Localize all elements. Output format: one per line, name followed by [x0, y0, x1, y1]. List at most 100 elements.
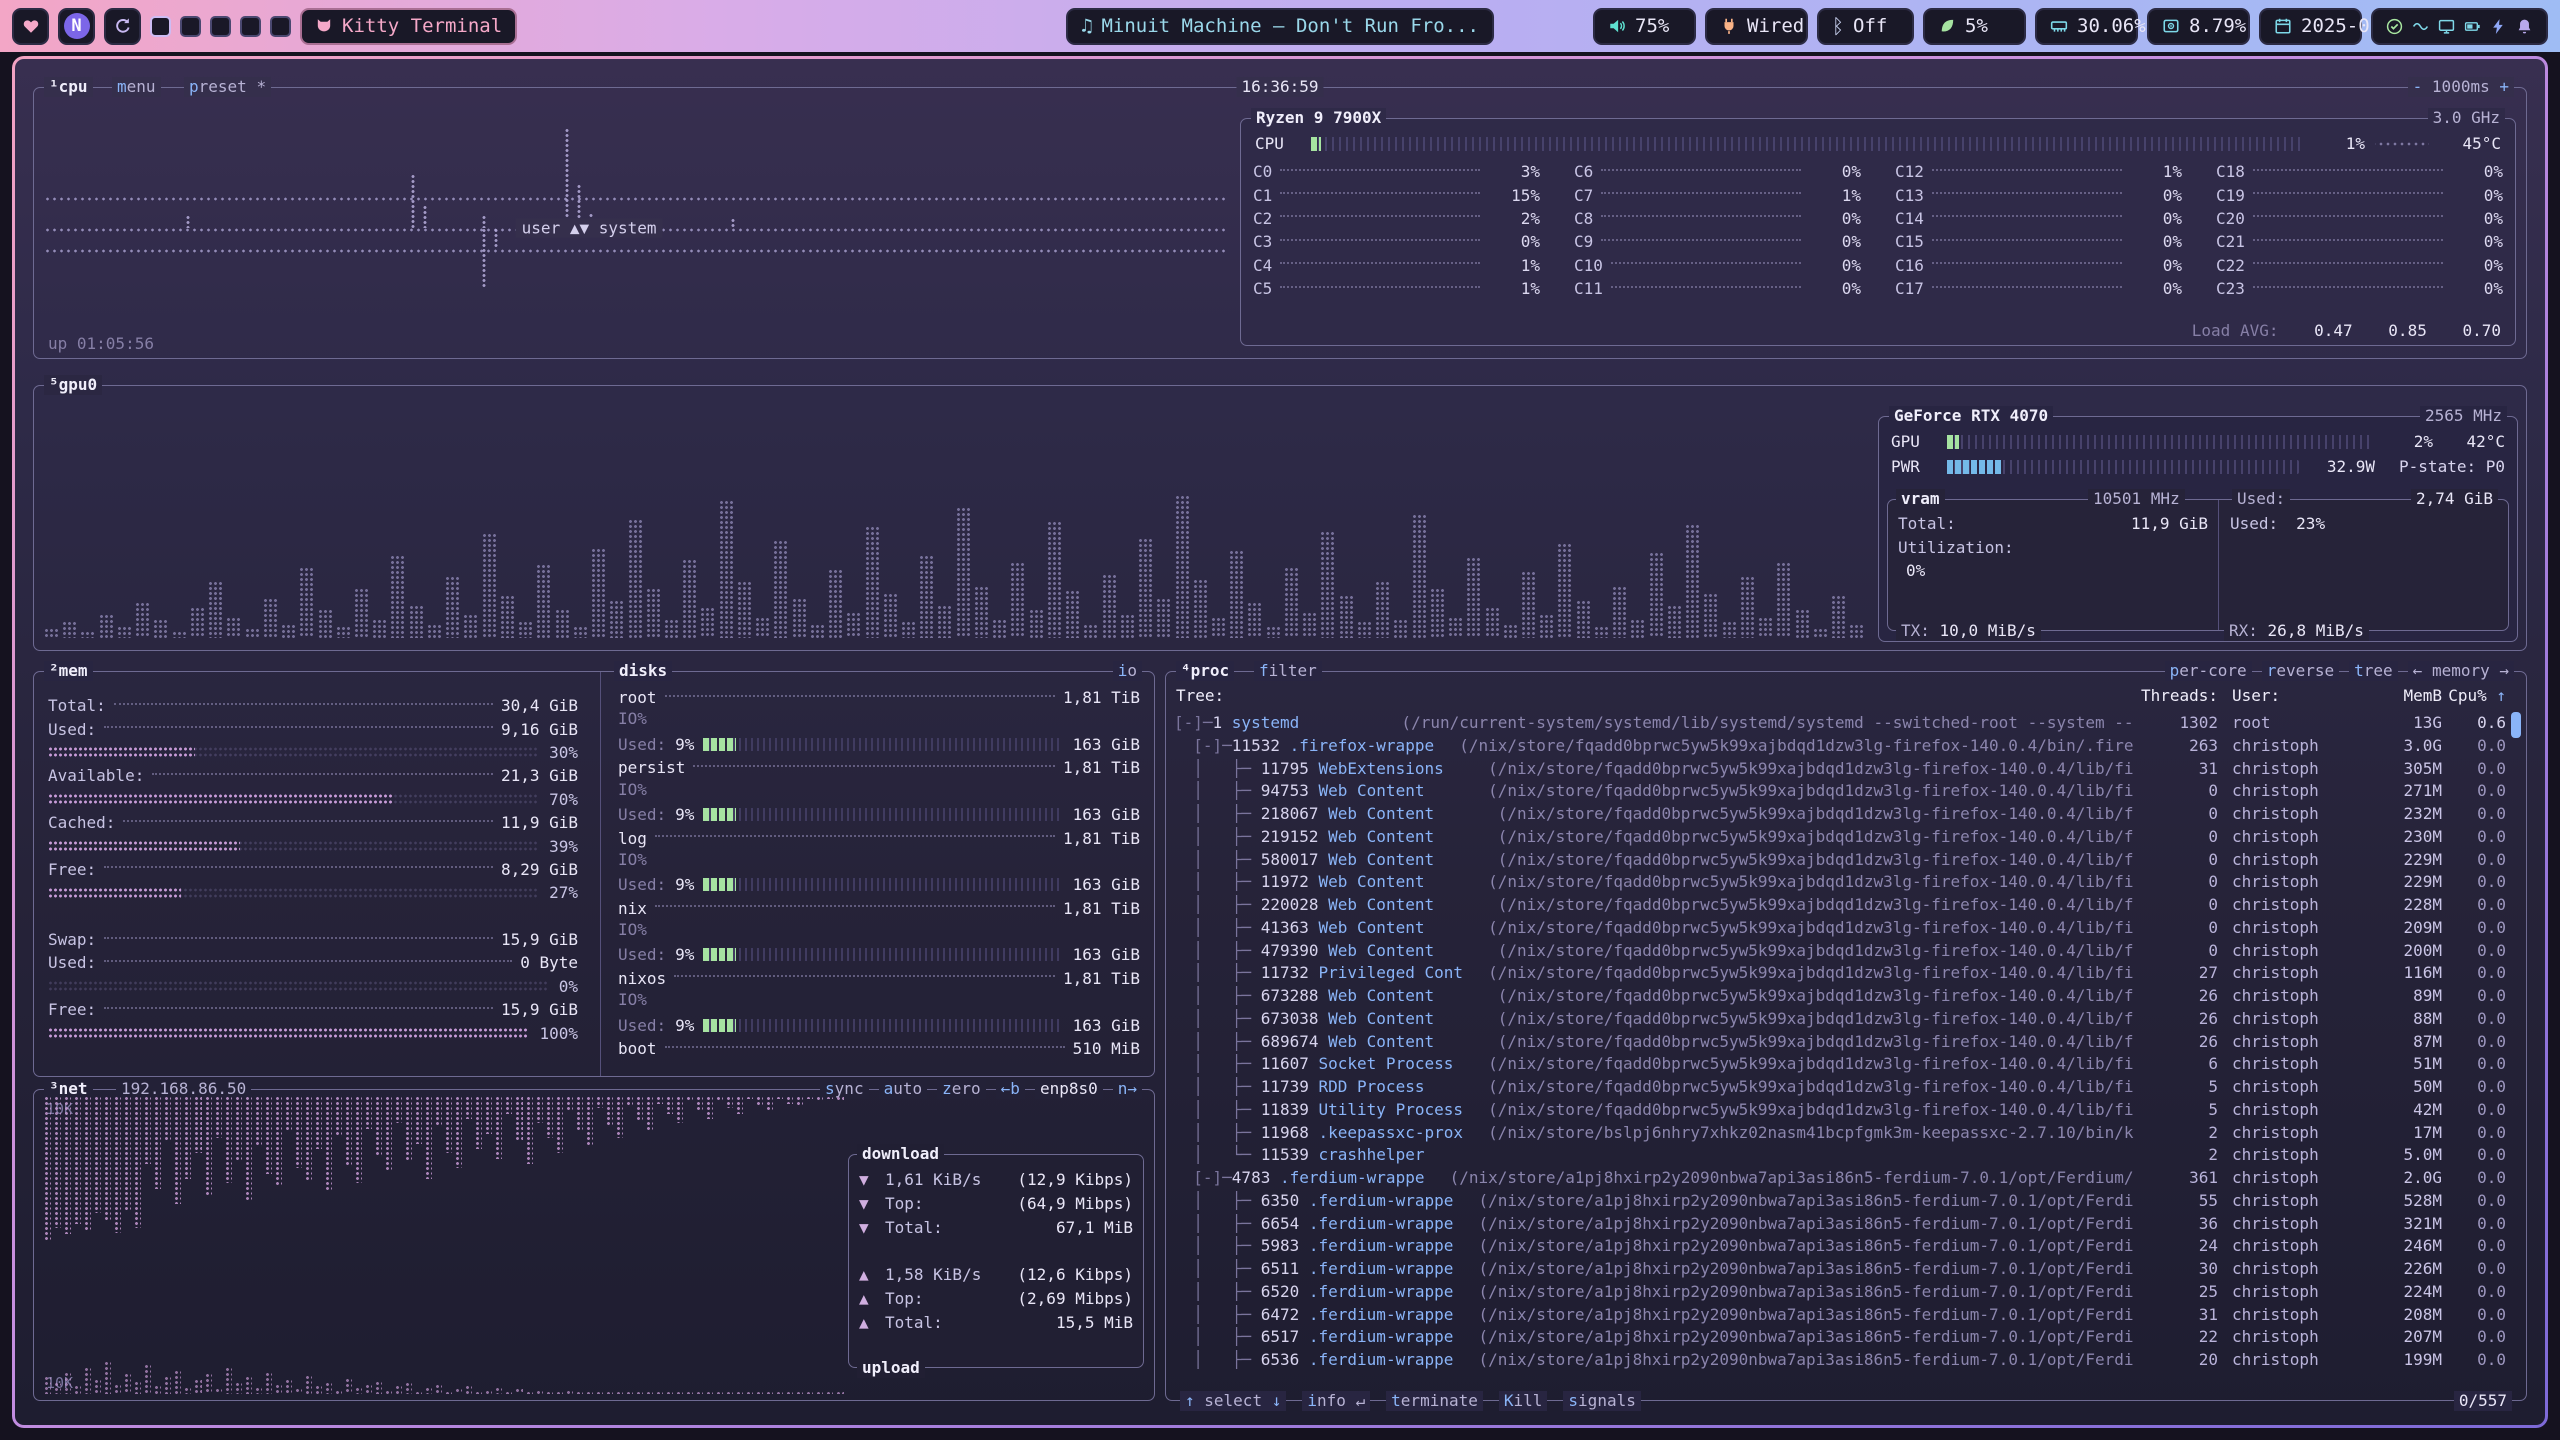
launcher-button[interactable]	[12, 8, 49, 45]
info-button[interactable]: info ↵	[1302, 1391, 1370, 1411]
process-row[interactable]: [-]─1 systemd (/run/current-system/syste…	[1174, 712, 2506, 735]
process-row[interactable]: │ ├─ 41363 Web Content (/nix/store/fqadd…	[1174, 917, 2506, 940]
graph-column	[1284, 567, 1299, 638]
core-row: C140%	[1895, 207, 2182, 230]
col-threads[interactable]: Threads:	[2134, 686, 2218, 705]
tree-toggle[interactable]: tree	[2349, 661, 2398, 681]
col-user[interactable]: User:	[2218, 686, 2350, 705]
music-module[interactable]: ♫ Minuit Machine – Don't Run Fro...	[1066, 8, 1494, 45]
cpu-graph-spike	[186, 215, 190, 228]
reverse-toggle[interactable]: reverse	[2262, 661, 2339, 681]
cpu-usage-module[interactable]: 5%	[1923, 8, 2026, 45]
process-row[interactable]: │ ├─ 5983 .ferdium-wrappe (/nix/store/a1…	[1174, 1235, 2506, 1258]
refresh-icon	[114, 17, 132, 35]
volume-module[interactable]: 75%	[1593, 8, 1696, 45]
nix-menu-button[interactable]: N	[58, 8, 95, 45]
graph-column	[285, 1379, 292, 1394]
process-row[interactable]: │ ├─ 11739 RDD Process (/nix/store/fqadd…	[1174, 1076, 2506, 1099]
process-tree-cell: │ ├─ 6350 .ferdium-wrappe (/nix/store/a1…	[1174, 1190, 2134, 1213]
interface-next[interactable]: n→	[1113, 1079, 1142, 1099]
graph-column	[104, 1096, 111, 1222]
clock-module[interactable]: 2025-07-22 16:36	[2259, 8, 2362, 45]
per-core-toggle[interactable]: per-core	[2165, 661, 2252, 681]
process-row[interactable]: │ ├─ 6654 .ferdium-wrappe (/nix/store/a1…	[1174, 1213, 2506, 1236]
graph-column	[255, 1096, 262, 1146]
process-row[interactable]: [-]─4783 .ferdium-wrappe (/nix/store/a1p…	[1174, 1167, 2506, 1190]
process-row[interactable]: │ ├─ 6511 .ferdium-wrappe (/nix/store/a1…	[1174, 1258, 2506, 1281]
zero-toggle[interactable]: zero	[937, 1079, 986, 1099]
select-control[interactable]: ↑ select ↓	[1180, 1391, 1286, 1411]
process-row[interactable]: │ ├─ 11968 .keepassxc-prox (/nix/store/b…	[1174, 1122, 2506, 1145]
process-row[interactable]: [-]─11532 .firefox-wrappe (/nix/store/fq…	[1174, 735, 2506, 758]
graph-column	[846, 612, 861, 638]
process-row[interactable]: │ ├─ 218067 Web Content (/nix/store/fqad…	[1174, 803, 2506, 826]
workspace-button[interactable]	[180, 16, 201, 37]
graph-column	[172, 631, 187, 638]
kitty-terminal-module[interactable]: Kitty Terminal	[300, 8, 517, 45]
notifications-icon[interactable]	[2516, 18, 2533, 35]
graph-column	[485, 1390, 492, 1394]
process-row[interactable]: │ ├─ 673288 Web Content (/nix/store/fqad…	[1174, 985, 2506, 1008]
memory-column-toggle[interactable]: ← memory →	[2408, 661, 2514, 681]
interval-increase[interactable]: +	[2499, 77, 2509, 96]
net-stat-row: ▲Total:15,5 MiB	[859, 1310, 1133, 1334]
btop-terminal: ¹cpu menu preset * 16:36:59 - 1000ms + u…	[15, 59, 2545, 1425]
disk-usage-module[interactable]: 8.79%	[2147, 8, 2250, 45]
io-toggle[interactable]: io	[1113, 661, 1142, 681]
process-row[interactable]: │ ├─ 11839 Utility Process (/nix/store/f…	[1174, 1099, 2506, 1122]
process-row[interactable]: │ ├─ 11732 Privileged Cont (/nix/store/f…	[1174, 962, 2506, 985]
preset-button[interactable]: preset *	[184, 77, 271, 97]
filter-button[interactable]: filter	[1254, 661, 1322, 681]
process-tree-cell: │ ├─ 673038 Web Content (/nix/store/fqad…	[1174, 1008, 2134, 1031]
auto-toggle[interactable]: auto	[879, 1079, 928, 1099]
process-row[interactable]: │ ├─ 6536 .ferdium-wrappe (/nix/store/a1…	[1174, 1349, 2506, 1372]
process-row[interactable]: │ ├─ 479390 Web Content (/nix/store/fqad…	[1174, 940, 2506, 963]
col-mem[interactable]: MemB	[2350, 686, 2442, 705]
process-row[interactable]: │ ├─ 580017 Web Content (/nix/store/fqad…	[1174, 849, 2506, 872]
col-cpu[interactable]: Cpu% ↑	[2442, 686, 2506, 705]
graph-column	[194, 1379, 201, 1394]
process-row[interactable]: │ └─ 11539 crashhelper2christoph5.0M0.0	[1174, 1144, 2506, 1167]
workspace-button[interactable]	[270, 16, 291, 37]
process-row[interactable]: │ ├─ 94753 Web Content (/nix/store/fqadd…	[1174, 780, 2506, 803]
process-row[interactable]: │ ├─ 11972 Web Content (/nix/store/fqadd…	[1174, 871, 2506, 894]
process-row[interactable]: │ ├─ 6350 .ferdium-wrappe (/nix/store/a1…	[1174, 1190, 2506, 1213]
process-row[interactable]: │ ├─ 6520 .ferdium-wrappe (/nix/store/a1…	[1174, 1281, 2506, 1304]
terminate-button[interactable]: terminate	[1386, 1391, 1483, 1411]
interface-prev[interactable]: ←b	[996, 1079, 1025, 1099]
graph-column	[666, 1096, 673, 1114]
process-row[interactable]: │ ├─ 219152 Web Content (/nix/store/fqad…	[1174, 826, 2506, 849]
process-row[interactable]: │ ├─ 673038 Web Content (/nix/store/fqad…	[1174, 1008, 2506, 1031]
process-row[interactable]: │ ├─ 6472 .ferdium-wrappe (/nix/store/a1…	[1174, 1304, 2506, 1327]
process-row[interactable]: │ ├─ 689674 Web Content (/nix/store/fqad…	[1174, 1031, 2506, 1054]
bluetooth-module[interactable]: ᛒOff	[1817, 8, 1914, 45]
power-icon[interactable]	[2490, 18, 2507, 35]
graph-column	[44, 1096, 51, 1240]
signals-button[interactable]: signals	[1563, 1391, 1640, 1411]
process-row[interactable]: │ ├─ 6517 .ferdium-wrappe (/nix/store/a1…	[1174, 1326, 2506, 1349]
interval-control: - 1000ms +	[2408, 77, 2514, 97]
menu-button[interactable]: menu	[112, 77, 161, 97]
calendar-icon	[2274, 17, 2292, 35]
graph-column	[636, 1096, 643, 1120]
graph-column	[1138, 538, 1153, 638]
network-module[interactable]: Wired	[1705, 8, 1808, 45]
display-icon[interactable]	[2438, 18, 2455, 35]
process-row[interactable]: │ ├─ 11607 Socket Process (/nix/store/fq…	[1174, 1053, 2506, 1076]
process-scrollbar[interactable]	[2511, 712, 2521, 738]
memory-usage-module[interactable]: 30.06%	[2035, 8, 2138, 45]
workspace-button[interactable]	[240, 16, 261, 37]
workspace-button[interactable]	[150, 16, 171, 37]
status-ok-icon[interactable]	[2386, 18, 2403, 35]
network-tray-icon[interactable]	[2412, 18, 2429, 35]
refresh-button[interactable]	[104, 8, 141, 45]
gpu-model: GeForce RTX 4070	[1889, 406, 2053, 426]
col-tree[interactable]: Tree:	[1176, 686, 2134, 705]
interval-decrease[interactable]: -	[2413, 77, 2423, 96]
graph-column	[1247, 602, 1262, 638]
workspace-button[interactable]	[210, 16, 231, 37]
kill-button[interactable]: Kill	[1499, 1391, 1548, 1411]
process-row[interactable]: │ ├─ 220028 Web Content (/nix/store/fqad…	[1174, 894, 2506, 917]
process-row[interactable]: │ ├─ 11795 WebExtensions (/nix/store/fqa…	[1174, 758, 2506, 781]
battery-icon[interactable]	[2464, 18, 2481, 35]
